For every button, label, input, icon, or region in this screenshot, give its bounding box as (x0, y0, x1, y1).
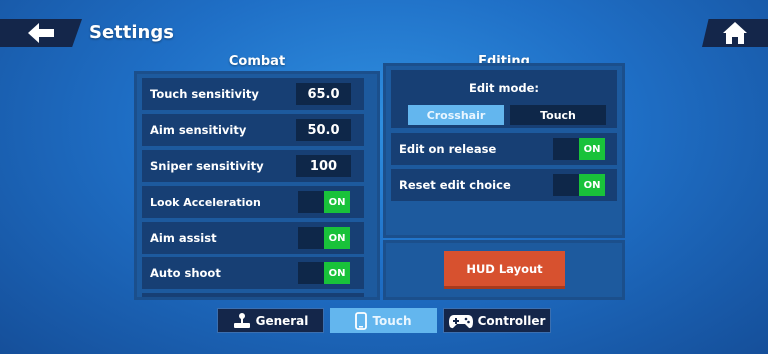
row-label: Reset edit choice (399, 178, 511, 192)
aim-assist-row: Aim assist ON (142, 222, 364, 254)
mode-touch-button[interactable]: Touch (510, 105, 606, 125)
toggle-on-label: ON (579, 174, 605, 196)
back-button[interactable] (0, 19, 82, 47)
aim-sensitivity-row: Aim sensitivity 50.0 (142, 114, 364, 146)
page-title: Settings (89, 22, 174, 43)
touch-sensitivity-value[interactable]: 65.0 (296, 83, 351, 105)
edit-mode-label: Edit mode: (468, 81, 540, 95)
row-label: Look Acceleration (150, 195, 261, 209)
tab-controller[interactable]: Controller (443, 308, 551, 333)
reset-edit-choice-row: Reset edit choice ON (391, 169, 617, 201)
edit-on-release-row: Edit on release ON (391, 133, 617, 165)
home-button[interactable] (702, 19, 768, 47)
gamepad-icon (448, 314, 473, 328)
touch-sensitivity-row: Touch sensitivity 65.0 (142, 78, 364, 110)
auto-shoot-row: Auto shoot ON (142, 257, 364, 289)
sniper-sensitivity-row: Sniper sensitivity 100 (142, 150, 364, 182)
row-label: Auto shoot (150, 266, 221, 280)
toggle-on-label: ON (324, 191, 350, 213)
mode-crosshair-button[interactable]: Crosshair (408, 105, 504, 125)
hud-layout-button[interactable]: HUD Layout (444, 251, 565, 289)
aim-assist-toggle[interactable]: ON (298, 227, 350, 249)
edit-mode-group: Edit mode: Crosshair Touch (391, 70, 617, 128)
tab-general[interactable]: General (217, 308, 324, 333)
toggle-on-label: ON (324, 227, 350, 249)
row-label: Sniper sensitivity (150, 159, 264, 173)
look-acceleration-row: Look Acceleration ON (142, 186, 364, 218)
row-label: Aim assist (150, 231, 217, 245)
tab-label: Touch (372, 313, 412, 328)
edit-on-release-toggle[interactable]: ON (553, 138, 605, 160)
phone-icon (355, 311, 368, 330)
combat-panel: Touch sensitivity 65.0 Aim sensitivity 5… (134, 71, 380, 300)
row-label: Aim sensitivity (150, 123, 247, 137)
scroll-hint-row (142, 293, 364, 297)
toggle-on-label: ON (324, 262, 350, 284)
row-label: Touch sensitivity (150, 87, 259, 101)
tab-label: Controller (477, 313, 546, 328)
reset-edit-choice-toggle[interactable]: ON (553, 174, 605, 196)
arrow-left-icon (28, 23, 54, 43)
sniper-sensitivity-value[interactable]: 100 (296, 155, 351, 177)
look-acceleration-toggle[interactable]: ON (298, 191, 350, 213)
auto-shoot-toggle[interactable]: ON (298, 262, 350, 284)
combat-title: Combat (228, 54, 286, 69)
aim-sensitivity-value[interactable]: 50.0 (296, 119, 351, 141)
toggle-on-label: ON (579, 138, 605, 160)
editing-panel: Edit mode: Crosshair Touch Edit on relea… (383, 63, 625, 238)
home-icon (723, 22, 747, 44)
row-label: Edit on release (399, 142, 497, 156)
tab-label: General (255, 313, 309, 328)
tab-touch[interactable]: Touch (330, 308, 437, 333)
joystick-icon (233, 312, 250, 328)
